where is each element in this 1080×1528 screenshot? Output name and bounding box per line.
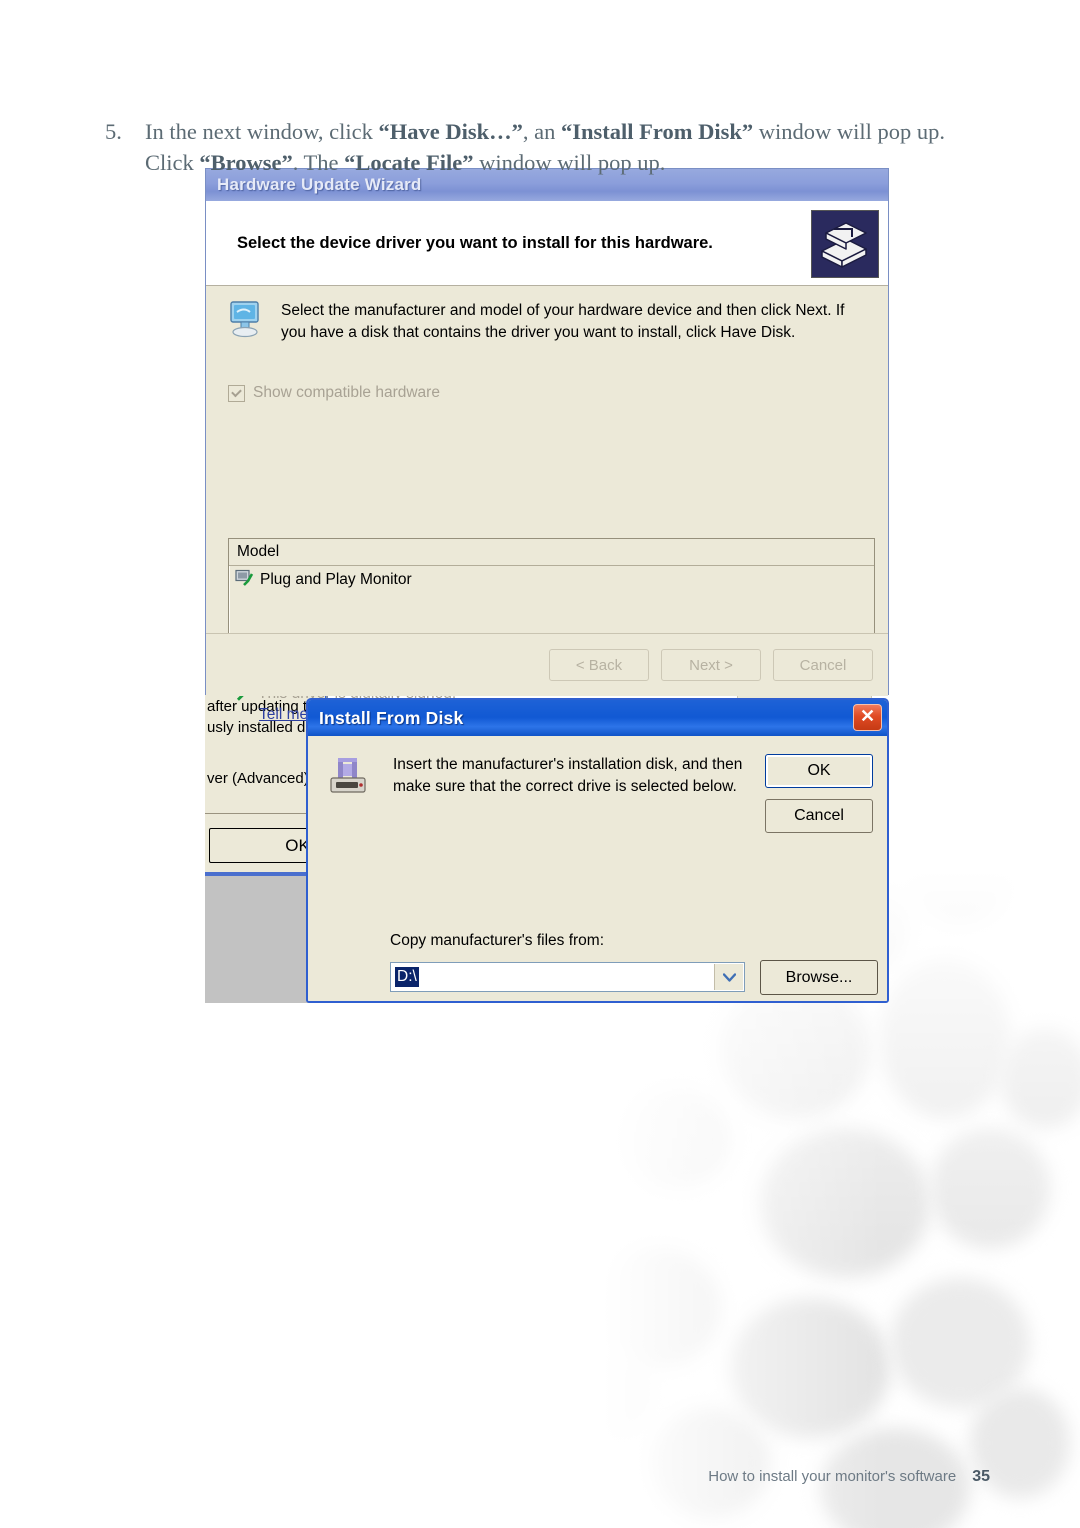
cancel-button[interactable]: Cancel	[773, 649, 873, 681]
wizard-body: Select the manufacturer and model of you…	[206, 286, 888, 723]
install-from-disk-title-bar[interactable]: Install From Disk ✕	[308, 700, 887, 736]
list-item[interactable]: Plug and Play Monitor	[229, 566, 874, 591]
monitor-icon	[228, 300, 262, 345]
instruction-bold-install-from-disk: “Install From Disk”	[561, 118, 754, 144]
wizard-title-text: Hardware Update Wizard	[217, 175, 422, 194]
cancel-button[interactable]: Cancel	[765, 799, 873, 833]
instruction-part-2: , an	[522, 118, 561, 144]
background-window-line-3: ver (Advanced).	[207, 770, 313, 787]
checkbox-checked-icon	[228, 384, 245, 402]
source-path-value: D:\	[395, 967, 419, 987]
model-column-header: Model	[229, 539, 874, 566]
source-path-combobox[interactable]: D:\	[390, 962, 745, 992]
close-icon[interactable]: ✕	[853, 704, 882, 731]
signed-driver-icon	[235, 569, 254, 591]
footer-text: How to install your monitor's software	[708, 1468, 957, 1485]
browse-button[interactable]: Browse...	[760, 960, 878, 995]
next-button[interactable]: Next >	[661, 649, 761, 681]
wizard-header-title: Select the device driver you want to ins…	[237, 233, 713, 252]
page-footer: How to install your monitor's software 3…	[708, 1468, 990, 1486]
install-from-disk-dialog: Install From Disk ✕ Insert the manufactu…	[306, 698, 889, 1003]
floppy-drive-icon	[325, 754, 371, 805]
hardware-update-wizard-window: Hardware Update Wizard Select the device…	[205, 168, 889, 723]
install-from-disk-title-text: Install From Disk	[319, 707, 464, 728]
instruction-number: 5.	[105, 118, 122, 144]
driver-package-icon	[811, 210, 879, 278]
back-button[interactable]: < Back	[549, 649, 649, 681]
wizard-description-text: Select the manufacturer and model of you…	[281, 302, 845, 341]
install-from-disk-message-row: Insert the manufacturer's installation d…	[325, 754, 773, 805]
show-compatible-hardware-label: Show compatible hardware	[253, 384, 440, 401]
instruction-bold-browse: “Browse”	[199, 149, 293, 175]
instruction-part-4: . The	[292, 149, 345, 175]
chevron-down-icon[interactable]	[714, 964, 743, 990]
screenshot-composite: after updating th usly installed dri ver…	[205, 168, 889, 1003]
page-number: 35	[972, 1468, 990, 1485]
model-column-header-label: Model	[237, 543, 280, 560]
wizard-header: Select the device driver you want to ins…	[206, 201, 888, 286]
instruction-paragraph: 5. In the next window, click “Have Disk……	[105, 116, 955, 178]
ok-button[interactable]: OK	[765, 754, 873, 788]
instruction-bold-have-disk: “Have Disk…”	[378, 118, 523, 144]
instruction-bold-locate-file: “Locate File”	[344, 149, 474, 175]
show-compatible-hardware-checkbox[interactable]: Show compatible hardware	[228, 384, 440, 402]
list-item-label: Plug and Play Monitor	[260, 571, 412, 588]
install-from-disk-message: Insert the manufacturer's installation d…	[393, 756, 743, 795]
copy-files-from-label: Copy manufacturer's files from:	[390, 932, 605, 949]
wizard-footer: < Back Next > Cancel	[206, 633, 888, 696]
install-from-disk-body: Insert the manufacturer's installation d…	[308, 736, 887, 1001]
instruction-part-5: window will pop up.	[473, 149, 666, 175]
instruction-part-1: In the next window, click	[145, 118, 379, 144]
wizard-description-row: Select the manufacturer and model of you…	[228, 300, 872, 345]
